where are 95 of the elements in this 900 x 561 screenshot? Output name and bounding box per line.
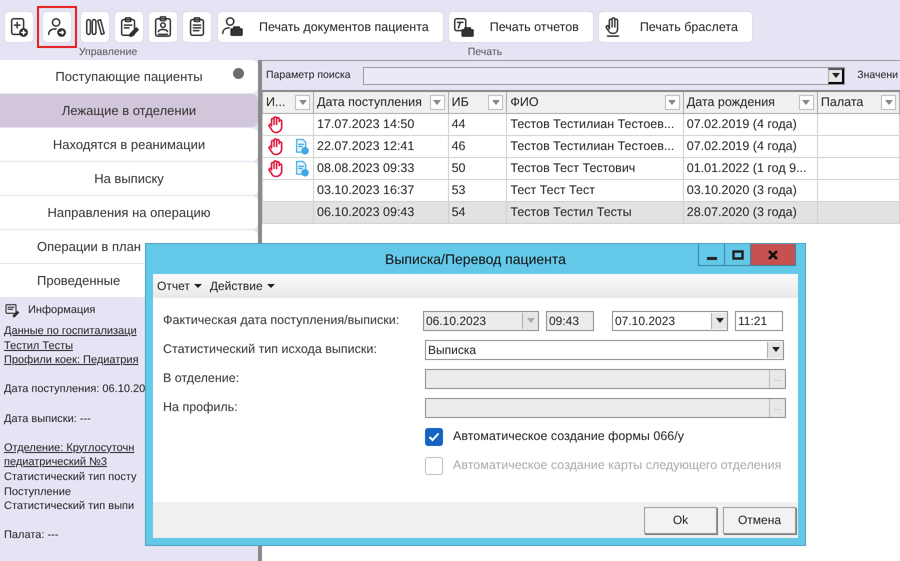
sidebar-item[interactable]: На выписку (0, 162, 258, 195)
print-button[interactable]: Печать документов пациента (217, 11, 444, 43)
filter-button[interactable] (295, 94, 310, 110)
document-clock-icon (293, 138, 310, 154)
user-arrow-icon (46, 16, 68, 38)
table-cell: 22.07.2023 12:41 (314, 135, 448, 157)
info-icon (4, 302, 20, 318)
table-cell: 50 (448, 157, 507, 179)
field-label: В отделение: (163, 370, 240, 388)
dropdown-button[interactable] (828, 68, 844, 84)
hand-icon (266, 158, 285, 178)
column-header[interactable]: И... (262, 91, 314, 113)
field-label: Значени (857, 68, 898, 83)
menu-item[interactable]: Отчет (157, 277, 202, 295)
dialog-button[interactable]: Ok (644, 506, 717, 534)
column-header[interactable]: Палата (817, 91, 900, 113)
filter-button[interactable] (664, 94, 680, 110)
info-text: Палата: --- (4, 528, 58, 543)
checkbox-label: Автоматическое создание карты следующего отделения (453, 457, 782, 474)
user-printer-icon (221, 16, 243, 38)
sidebar-item[interactable]: Направления на операцию (0, 196, 258, 229)
maximize-icon (732, 250, 744, 260)
toolbar-button[interactable] (4, 11, 34, 43)
date-field[interactable]: 07.10.2023 (612, 310, 728, 330)
toolbar-button[interactable] (114, 11, 144, 43)
field-label: На профиль: (163, 399, 239, 416)
table-cell: Тестов Тест Тестович (506, 157, 684, 179)
table-cell: 08.08.2023 09:33 (314, 157, 448, 179)
table-cell: 03.10.2023 16:37 (314, 179, 448, 201)
hand-icon (266, 114, 285, 134)
sidebar-item[interactable]: Лежащие в отделении (0, 94, 258, 127)
dropdown-field[interactable]: Выписка (425, 340, 784, 360)
close-icon (767, 250, 779, 260)
time-field[interactable]: 11:21 (735, 310, 783, 330)
table-cell: Тестов Тестил Тесты (506, 201, 684, 223)
table-cell: 01.01.2022 (1 год 9... (683, 157, 818, 179)
panel-title: Информация (28, 302, 96, 318)
filter-button[interactable] (798, 94, 814, 110)
group-label: Печать (468, 45, 502, 60)
info-link[interactable]: Данные по госпитализаци (4, 324, 137, 339)
table-cell: 54 (448, 201, 507, 223)
info-text: Дата поступления: 06.10.20 (4, 382, 146, 397)
document-clock-icon (293, 160, 310, 176)
id-badge-icon (152, 16, 174, 38)
field-label: Статистический тип исхода выписки: (163, 341, 378, 358)
table-cell: Тестов Тестилиан Тестоев... (506, 113, 684, 135)
toolbar-button[interactable] (148, 11, 178, 43)
info-link[interactable]: Профили коек: Педиатрия (4, 353, 139, 368)
calendar-printer-icon (452, 16, 474, 38)
column-header[interactable]: ФИО (506, 91, 684, 113)
check-icon (428, 432, 440, 442)
table-cell: 17.07.2023 14:50 (314, 113, 448, 135)
document-plus-icon (8, 16, 30, 38)
table-cell: 07.02.2019 (4 года) (683, 135, 818, 157)
info-text: Поступление (4, 484, 72, 500)
search-parameter-field[interactable] (362, 66, 846, 84)
checkbox[interactable] (425, 428, 443, 446)
info-text: Статистический тип посту (4, 470, 137, 485)
sidebar-item[interactable]: Находятся в реанимации (0, 128, 258, 161)
books-icon (84, 16, 106, 38)
toolbar-button[interactable] (80, 11, 110, 43)
minimize-icon (706, 256, 716, 260)
info-text: Дата выписки: --- (4, 412, 91, 426)
info-link[interactable]: Тестил Тесты (4, 338, 74, 354)
field-label: Параметр поиска (266, 68, 351, 83)
clipboard-pen-icon (118, 16, 140, 38)
column-header[interactable]: ИБ (448, 91, 507, 113)
sidebar-item[interactable]: Поступающие пациенты (0, 60, 258, 93)
table-cell: 06.10.2023 09:43 (314, 201, 448, 223)
table-cell: 03.10.2020 (3 года) (683, 179, 818, 201)
hand-icon (266, 136, 285, 156)
checkbox-label: Автоматическое создание формы 066/у (453, 428, 684, 446)
filter-button[interactable] (881, 94, 896, 110)
toolbar-button[interactable] (182, 11, 212, 43)
column-header[interactable]: Дата поступления (314, 91, 448, 113)
table-cell: 53 (448, 179, 507, 201)
print-button[interactable]: Печать отчетов (448, 11, 594, 43)
table-cell: Тест Тест Тест (506, 179, 684, 201)
info-link[interactable]: педиатрический №3 (4, 455, 107, 470)
field-label: Фактическая дата поступления/выписки: (163, 312, 400, 330)
table-cell: 28.07.2020 (3 года) (683, 201, 818, 223)
window-title: Выписка/Перевод пациента (385, 250, 566, 269)
group-label: Управление (78, 45, 138, 60)
column-header[interactable]: Дата рождения (683, 91, 818, 113)
info-link[interactable]: Отделение: Круглосуточн (4, 426, 134, 456)
dialog-button[interactable]: Отмена (723, 506, 796, 534)
table-cell: 07.02.2019 (4 года) (683, 113, 818, 135)
table-cell: 44 (448, 113, 507, 135)
filter-button[interactable] (430, 94, 445, 110)
filter-button[interactable] (488, 94, 504, 110)
table-cell: Тестов Тестилиан Тестоев... (506, 135, 684, 157)
table-cell: 46 (448, 135, 507, 157)
print-button[interactable]: Печать браслета (598, 11, 753, 43)
close-button[interactable] (751, 244, 795, 265)
info-text: Статистический тип выпи (4, 499, 134, 514)
